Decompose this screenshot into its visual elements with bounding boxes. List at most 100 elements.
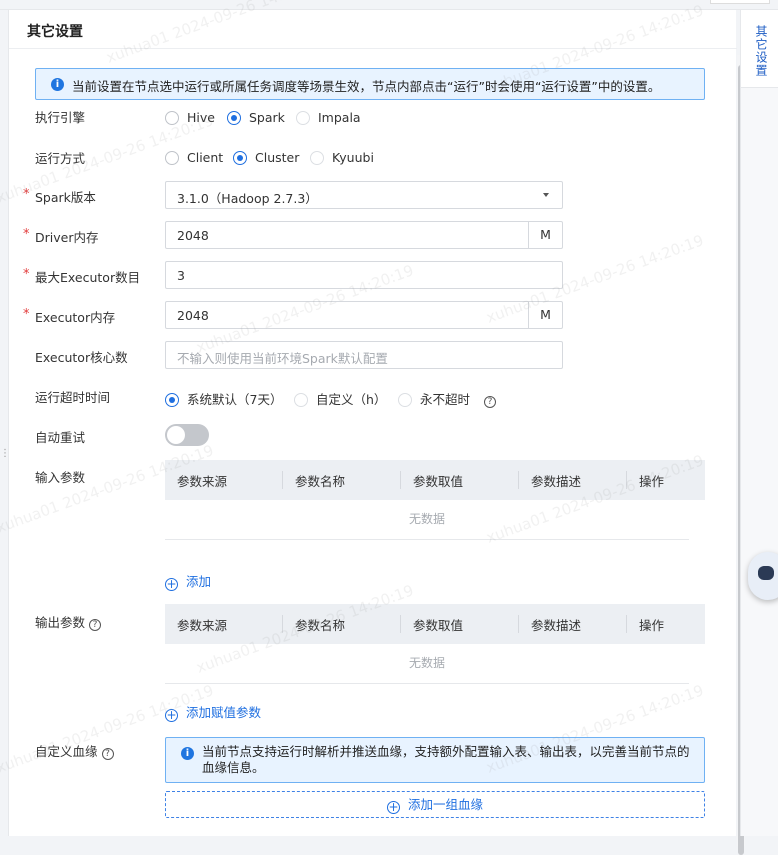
top-corner-control[interactable]: [710, 0, 770, 4]
executor-cores-input[interactable]: 不输入则使用当前环境Spark默认配置: [165, 341, 563, 369]
driver-memory-input[interactable]: 2048 M: [165, 221, 563, 249]
radio-kyuubi[interactable]: Kyuubi: [310, 150, 374, 165]
engine-label: 执行引擎: [35, 110, 86, 125]
radio-timeout-custom[interactable]: 自定义（h）: [294, 389, 386, 408]
column-header: 操作: [639, 474, 665, 489]
settings-window: 其它设置 其它设置 ⋮ i 当前设置在节点选中运行或所属任务调度等场景生效，节点…: [0, 0, 778, 855]
radio-label: 系统默认（7天）: [187, 392, 283, 407]
required-mark: *: [23, 227, 30, 242]
spark-version-select[interactable]: 3.1.0（Hadoop 2.7.3）: [165, 181, 563, 209]
radio-cluster[interactable]: Cluster: [233, 150, 299, 165]
column-separator: [518, 615, 519, 633]
output-params-label: 输出参数?: [35, 612, 102, 631]
add-label: 添加赋值参数: [186, 705, 262, 720]
table-header: 参数来源 参数名称 参数取值 参数描述 操作: [165, 604, 705, 644]
radio-circle-icon: [310, 151, 324, 165]
unit-suffix: M: [528, 302, 562, 328]
add-label: 添加: [186, 574, 212, 589]
divider: [9, 48, 737, 49]
executor-memory-label: Executor内存: [35, 310, 116, 325]
input-value: 3: [177, 268, 185, 283]
timeout-label: 运行超时时间: [35, 390, 111, 405]
radio-label: Spark: [249, 110, 285, 125]
plus-circle-icon: +: [386, 800, 400, 814]
add-label: 添加一组血缘: [407, 797, 483, 812]
column-separator: [282, 471, 283, 489]
column-header: 参数取值: [413, 618, 464, 633]
help-icon[interactable]: ?: [101, 748, 114, 760]
unit-suffix: M: [528, 222, 562, 248]
top-bar: [0, 0, 778, 10]
column-separator: [626, 471, 627, 489]
assistant-robot-icon[interactable]: [748, 552, 778, 600]
max-executors-input[interactable]: 3: [165, 261, 563, 289]
required-mark: *: [23, 187, 30, 202]
column-separator: [518, 471, 519, 489]
right-rail: 其它设置: [740, 10, 778, 836]
select-value: 3.1.0（Hadoop 2.7.3）: [177, 191, 318, 206]
input-params-label: 输入参数: [35, 470, 86, 485]
tab-other-settings[interactable]: 其它设置: [741, 10, 778, 88]
add-assign-param-button[interactable]: + 添加赋值参数: [165, 702, 261, 722]
empty-state: 无数据: [165, 500, 689, 540]
panel-title: 其它设置: [27, 24, 83, 40]
input-value: 2048: [177, 228, 209, 243]
radio-label: Impala: [318, 110, 361, 125]
radio-spark[interactable]: Spark: [227, 110, 285, 125]
info-notice: i 当前设置在节点选中运行或所属任务调度等场景生效，节点内部点击“运行”时会使用…: [35, 68, 705, 100]
lineage-label: 自定义血缘?: [35, 741, 114, 760]
lineage-notice-text: 当前节点支持运行时解析并推送血缘，支持额外配置输入表、输出表，以完善当前节点的血…: [202, 744, 690, 775]
add-lineage-button[interactable]: + 添加一组血缘: [165, 791, 705, 818]
radio-circle-icon: [398, 393, 412, 407]
info-icon: i: [181, 747, 194, 760]
radio-label: 自定义（h）: [316, 392, 387, 407]
column-separator: [400, 615, 401, 633]
plus-circle-icon: +: [165, 708, 178, 722]
empty-state: 无数据: [165, 644, 689, 684]
lineage-notice: i 当前节点支持运行时解析并推送血缘，支持额外配置输入表、输出表，以完善当前节点…: [165, 737, 705, 783]
radio-client[interactable]: Client: [165, 150, 223, 165]
column-header: 参数名称: [295, 618, 346, 633]
help-icon[interactable]: ?: [89, 619, 102, 631]
radio-hive[interactable]: Hive: [165, 110, 215, 125]
radio-timeout-default[interactable]: 系统默认（7天）: [165, 389, 282, 408]
help-icon[interactable]: ?: [484, 396, 497, 408]
radio-circle-icon: [165, 393, 179, 407]
column-header: 参数描述: [531, 618, 582, 633]
column-header: 参数名称: [295, 474, 346, 489]
radio-label: Hive: [187, 110, 215, 125]
radio-impala[interactable]: Impala: [296, 110, 361, 125]
run-mode-label: 运行方式: [35, 151, 86, 166]
radio-label: Cluster: [255, 150, 300, 165]
tab-label: 其它设置: [754, 25, 768, 77]
radio-circle-icon: [296, 111, 310, 125]
column-separator: [282, 615, 283, 633]
executor-cores-label: Executor核心数: [35, 350, 128, 365]
executor-memory-input[interactable]: 2048 M: [165, 301, 563, 329]
radio-circle-icon: [233, 151, 247, 165]
drag-handle-icon[interactable]: ⋮: [0, 449, 10, 466]
radio-circle-icon: [227, 111, 241, 125]
table-header: 参数来源 参数名称 参数取值 参数描述 操作: [165, 460, 705, 500]
input-placeholder: 不输入则使用当前环境Spark默认配置: [177, 351, 388, 366]
required-mark: *: [23, 307, 30, 322]
radio-label: Kyuubi: [332, 150, 374, 165]
auto-retry-toggle[interactable]: [165, 424, 209, 446]
radio-circle-icon: [294, 393, 308, 407]
driver-memory-label: Driver内存: [35, 230, 99, 245]
auto-retry-label: 自动重试: [35, 430, 86, 445]
radio-timeout-never[interactable]: 永不超时?: [398, 389, 497, 408]
column-header: 参数描述: [531, 474, 582, 489]
column-separator: [400, 471, 401, 489]
column-header: 参数来源: [177, 618, 228, 633]
radio-circle-icon: [165, 151, 179, 165]
column-header: 参数取值: [413, 474, 464, 489]
column-separator: [626, 615, 627, 633]
output-params-text: 输出参数: [35, 615, 86, 630]
lineage-text: 自定义血缘: [35, 744, 98, 759]
required-mark: *: [23, 267, 30, 282]
add-input-param-button[interactable]: + 添加: [165, 571, 211, 591]
radio-label: 永不超时: [420, 392, 471, 407]
radio-label: Client: [187, 150, 224, 165]
column-header: 参数来源: [177, 474, 228, 489]
